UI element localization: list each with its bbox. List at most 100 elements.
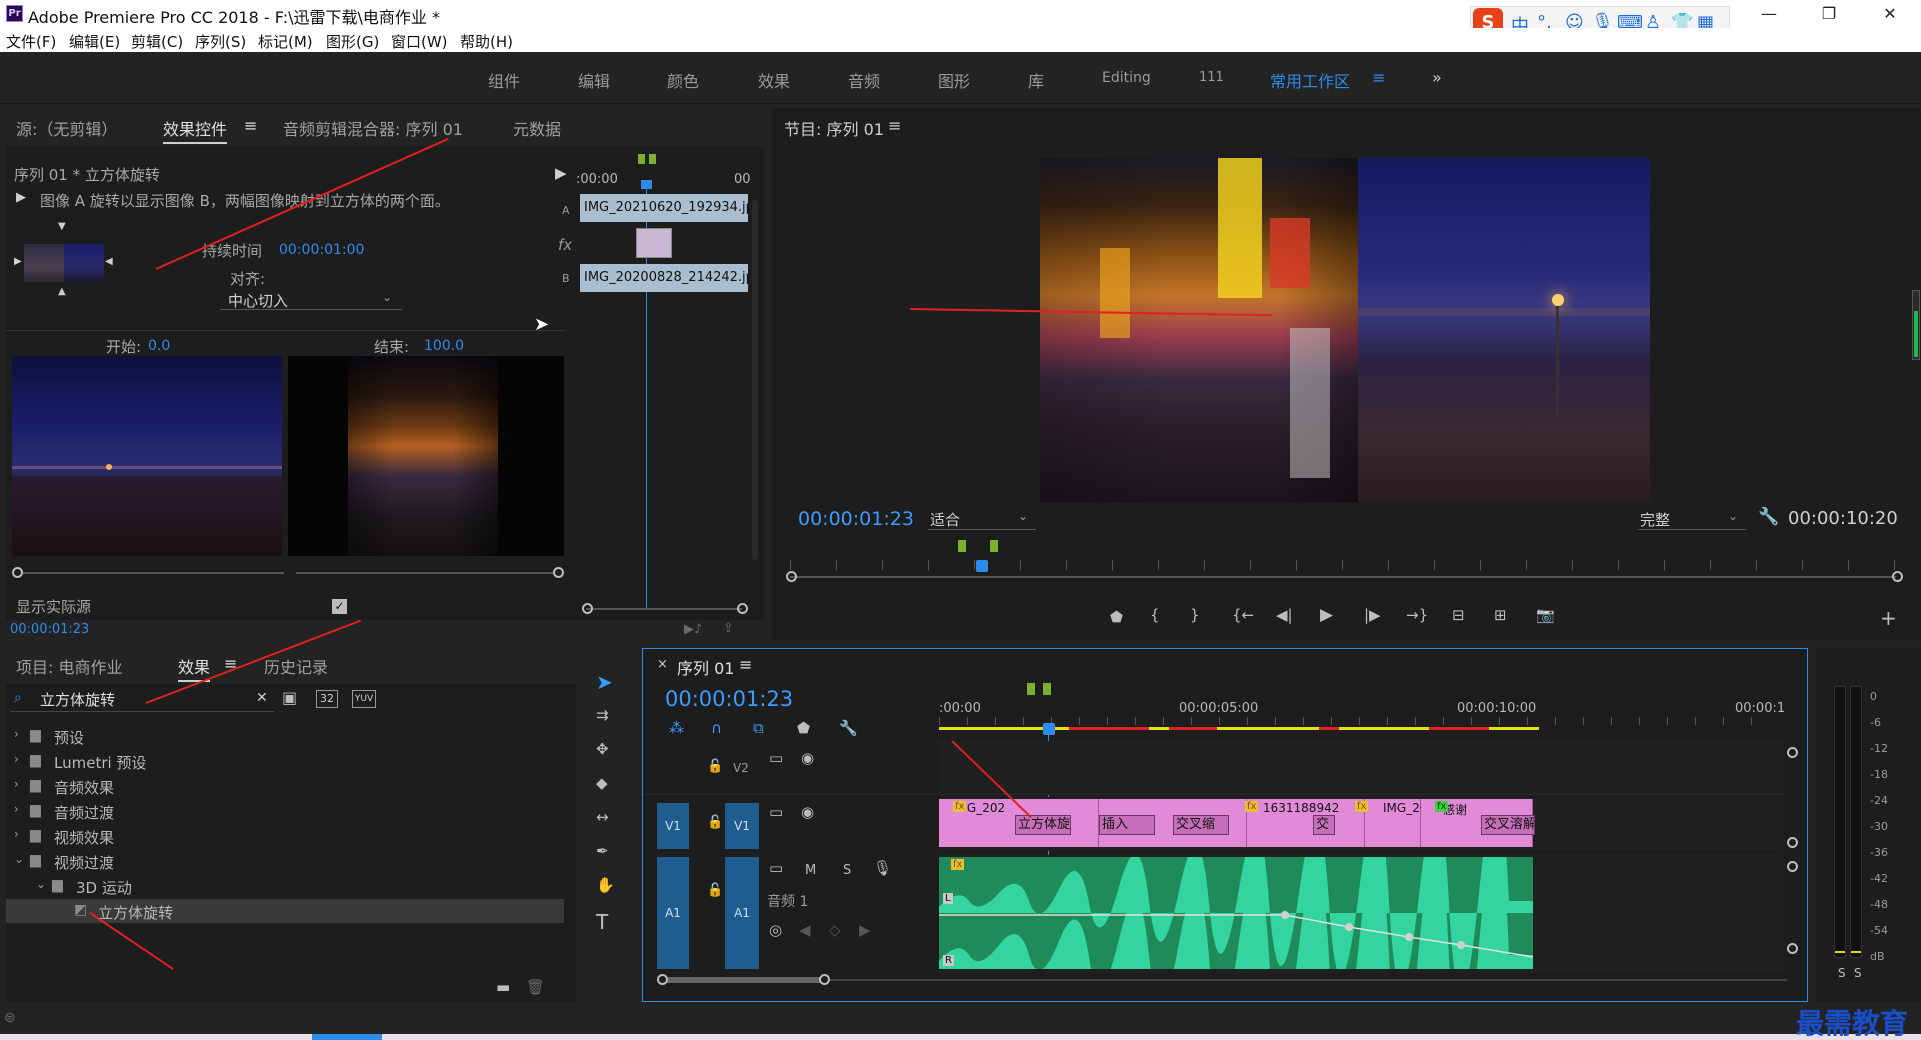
workspace-common[interactable]: 常用工作区 xyxy=(1270,68,1350,92)
workspace-assembly[interactable]: 组件 xyxy=(488,68,520,92)
transition-cross[interactable]: 交 xyxy=(1313,815,1335,835)
mark-out-icon[interactable]: } xyxy=(1190,606,1200,624)
type-tool-icon[interactable]: T xyxy=(596,910,608,934)
pen-tool-icon[interactable]: ✒ xyxy=(596,842,609,860)
effects-search-box[interactable]: ⌕ ✕ xyxy=(10,688,274,712)
toggle-output-eye-icon[interactable]: ◉ xyxy=(801,749,814,767)
start-slider-track[interactable] xyxy=(16,572,284,574)
play-audio-icon[interactable]: ▶♪ xyxy=(684,622,702,637)
transition-cross-dissolve[interactable]: 交叉溶解 xyxy=(1481,815,1535,835)
clip-1631188942[interactable]: 1631188942 xyxy=(1247,799,1365,847)
timeline-playhead-handle[interactable] xyxy=(1043,723,1055,735)
lift-icon[interactable]: ⊟ xyxy=(1452,606,1465,624)
track-lane-v1[interactable]: IMG_202 1631188942 IMG_202 感谢 fx fx fx f… xyxy=(939,797,1783,851)
timeline-ruler[interactable]: :00:00 00:00:05:00 00:00:10:00 00:00:1 xyxy=(939,683,1785,733)
effects-tree-item[interactable]: › ▆ Lumetri 预设 xyxy=(6,749,564,773)
chevron-right-icon[interactable]: › xyxy=(14,827,19,841)
tab-effects[interactable]: 效果 xyxy=(178,654,211,682)
step-back-icon[interactable]: ◀| xyxy=(1276,606,1293,624)
program-zoom-left-handle[interactable] xyxy=(786,571,797,582)
program-menu-icon[interactable]: ≡ xyxy=(888,116,901,135)
meter-solo-right-button[interactable]: S xyxy=(1854,966,1862,980)
minimize-button[interactable]: — xyxy=(1745,2,1793,28)
video-scroll-top-handle[interactable] xyxy=(1787,747,1798,758)
razor-tool-icon[interactable]: ◆ xyxy=(596,774,608,792)
play-preview-icon[interactable]: ▶ xyxy=(16,190,26,205)
tab-effect-controls[interactable]: 效果控件 xyxy=(163,116,228,144)
program-zoom-bar[interactable] xyxy=(790,576,1896,578)
track-select-tool-icon[interactable]: ⇉ xyxy=(596,706,609,724)
tab-menu-icon[interactable]: ≡ xyxy=(244,116,257,135)
timeline-out-marker[interactable] xyxy=(1043,683,1051,695)
mark-in-icon[interactable]: { xyxy=(1150,606,1160,624)
menu-clip[interactable]: 剪辑(C) xyxy=(131,31,183,52)
tab-metadata[interactable]: 元数据 xyxy=(513,116,561,140)
go-to-in-icon[interactable]: {← xyxy=(1232,606,1254,624)
audio-clip[interactable]: fx L R xyxy=(939,857,1533,969)
workspace-menu-icon[interactable]: ≡ xyxy=(1372,68,1385,87)
close-button[interactable]: ✕ xyxy=(1866,2,1914,28)
arrow-up-icon[interactable]: ▼ xyxy=(58,221,66,232)
add-marker-icon[interactable]: ⬟ xyxy=(1110,608,1123,626)
in-marker[interactable] xyxy=(958,540,966,552)
linked-selection-icon[interactable]: ⧉ xyxy=(753,719,764,737)
slip-tool-icon[interactable]: ↔ xyxy=(596,808,609,826)
next-keyframe-icon[interactable]: ▶ xyxy=(859,921,871,939)
step-forward-icon[interactable]: |▶ xyxy=(1364,606,1381,624)
effects-tree-item[interactable]: › ▆ 预设 xyxy=(6,724,564,748)
program-scrub-ruler[interactable] xyxy=(790,560,1896,570)
duration-value[interactable]: 00:00:01:00 xyxy=(279,242,364,258)
menu-edit[interactable]: 编辑(E) xyxy=(69,31,120,52)
toggle-output-eye-icon[interactable]: ◉ xyxy=(801,803,814,821)
align-dropdown[interactable]: 中心切入 ⌄ xyxy=(220,288,402,310)
program-zoom-right-handle[interactable] xyxy=(1892,571,1903,582)
timeline-zoom-right-handle[interactable] xyxy=(819,974,830,985)
play-button[interactable]: ▶ xyxy=(1320,605,1333,625)
add-keyframe-diamond-icon[interactable]: ◇ xyxy=(829,921,841,939)
chevron-down-icon[interactable]: ⌄ xyxy=(36,877,46,891)
chevron-right-icon[interactable]: › xyxy=(14,727,19,741)
transition-insert[interactable]: 插入 xyxy=(1099,815,1155,835)
mini-clip-b[interactable]: IMG_20200828_214242.jpg xyxy=(580,264,748,292)
menu-marker[interactable]: 标记(M) xyxy=(258,31,313,52)
lock-icon[interactable]: 🔓 xyxy=(707,883,723,898)
mini-vertical-scrollbar[interactable] xyxy=(752,200,758,560)
extract-icon[interactable]: ⊞ xyxy=(1494,606,1507,624)
workspace-editing-cn[interactable]: 编辑 xyxy=(578,68,610,92)
meter-solo-left-button[interactable]: S xyxy=(1838,966,1846,980)
workspace-effects[interactable]: 效果 xyxy=(758,68,790,92)
track-target-v1[interactable]: V1 xyxy=(725,803,759,849)
arrow-left-icon[interactable]: ▶ xyxy=(14,256,22,267)
menu-window[interactable]: 窗口(W) xyxy=(391,31,448,52)
workspace-graphics[interactable]: 图形 xyxy=(938,68,970,92)
timeline-timecode[interactable]: 00:00:01:23 xyxy=(665,687,793,711)
accelerated-effects-icon[interactable]: ▣ xyxy=(282,688,297,707)
hand-tool-icon[interactable]: ✋ xyxy=(596,876,615,894)
track-lane-v2[interactable] xyxy=(939,741,1783,795)
video-scroll-bottom-handle[interactable] xyxy=(1787,837,1798,848)
sync-lock-icon[interactable]: ▭ xyxy=(769,749,783,767)
sync-lock-icon[interactable]: ▭ xyxy=(769,803,783,821)
workspace-libraries[interactable]: 库 xyxy=(1028,68,1044,92)
workspace-editing[interactable]: Editing xyxy=(1102,70,1151,86)
workspace-overflow-icon[interactable]: » xyxy=(1432,68,1442,87)
mini-scroll-left-handle[interactable] xyxy=(582,603,593,614)
menu-graphics[interactable]: 图形(G) xyxy=(326,31,379,52)
solo-track-button[interactable]: S xyxy=(843,863,851,878)
chevron-right-icon[interactable]: › xyxy=(14,777,19,791)
fit-dropdown[interactable]: 适合 ⌄ xyxy=(928,508,1036,530)
mini-transition[interactable] xyxy=(636,228,672,258)
timeline-scroll-thumb[interactable] xyxy=(661,977,823,983)
sync-status-icon[interactable]: ⊜ xyxy=(4,1010,16,1026)
workspace-audio[interactable]: 音频 xyxy=(848,68,880,92)
timeline-tab[interactable]: 序列 01 xyxy=(677,655,734,679)
expand-arrow-icon[interactable]: ▶ xyxy=(555,164,567,182)
audio-scroll-bottom-handle[interactable] xyxy=(1787,943,1798,954)
mini-playhead-handle[interactable] xyxy=(641,180,652,189)
timeline-zoom-left-handle[interactable] xyxy=(657,974,668,985)
lock-icon[interactable]: 🔓 xyxy=(707,759,723,774)
program-timecode[interactable]: 00:00:01:23 xyxy=(798,508,914,530)
close-timeline-icon[interactable]: × xyxy=(657,657,668,672)
start-value[interactable]: 0.0 xyxy=(148,338,170,354)
chevron-right-icon[interactable]: › xyxy=(14,752,19,766)
